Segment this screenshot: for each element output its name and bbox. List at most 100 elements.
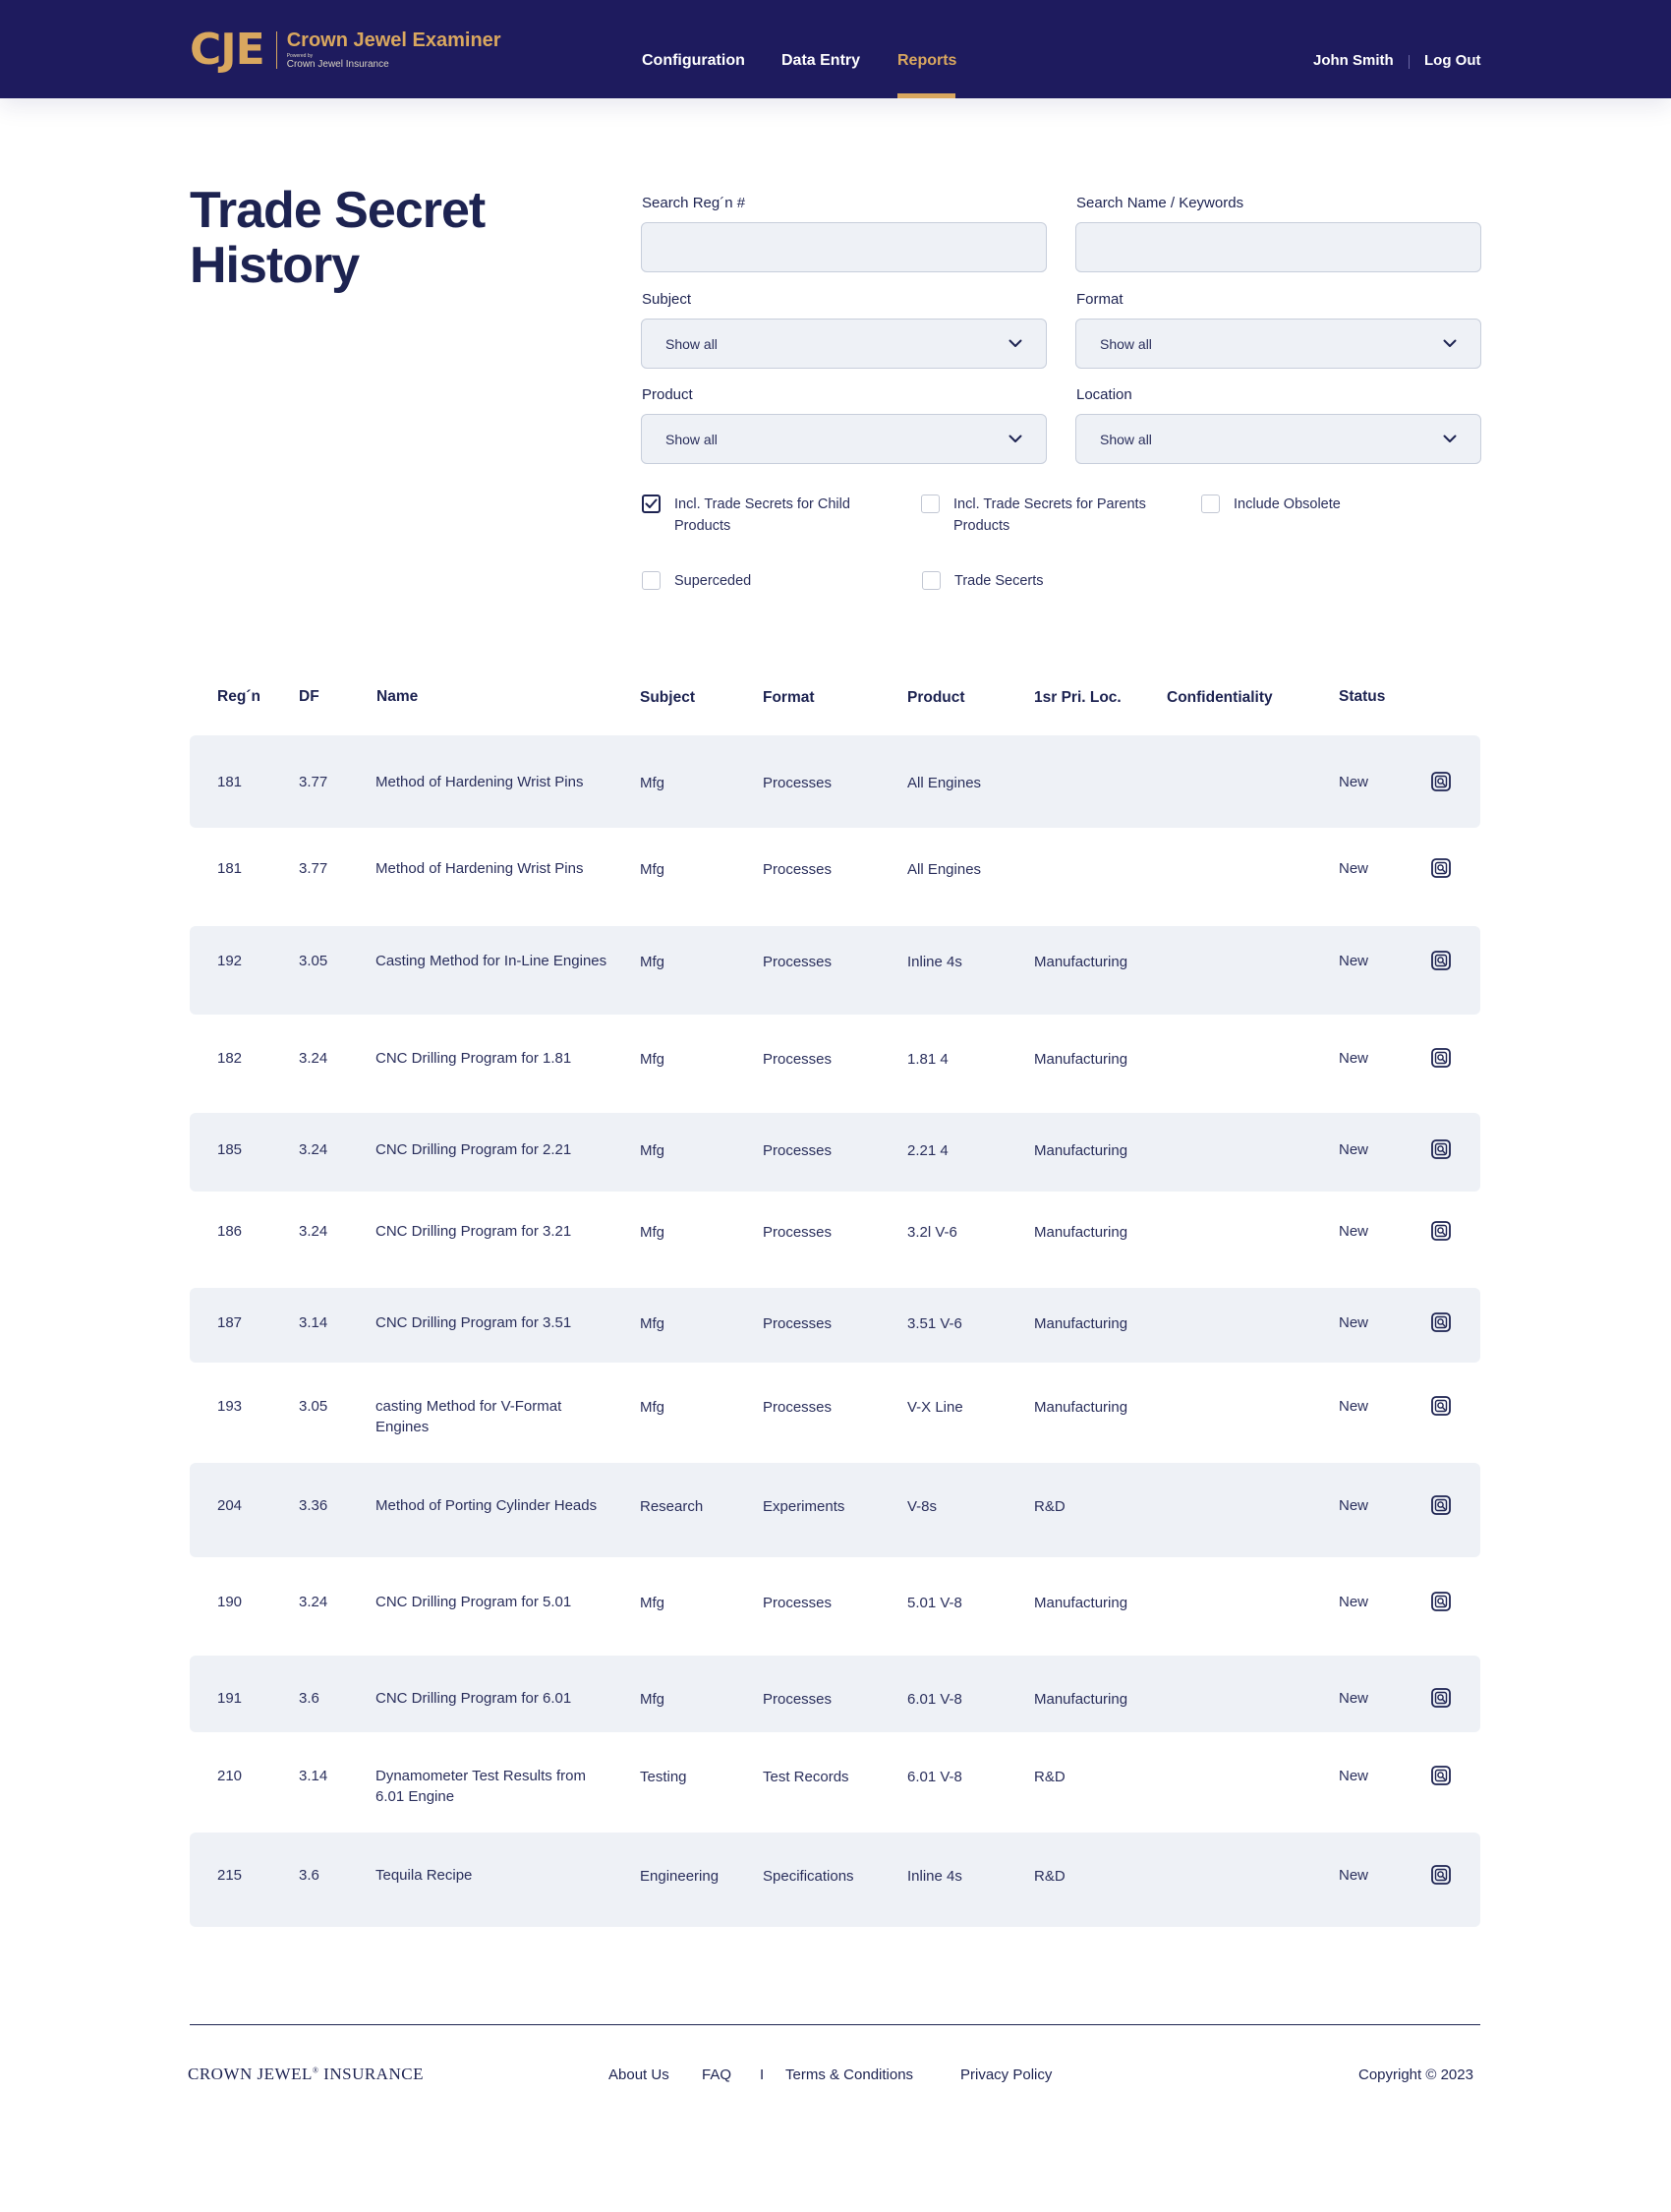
cell-df: 3.24 xyxy=(299,1050,328,1067)
footer-logo-text: CROWN JEWEL xyxy=(188,2065,313,2083)
view-document-icon[interactable] xyxy=(1430,1494,1452,1516)
checkbox-include-obsolete[interactable]: Include Obsolete xyxy=(1201,494,1437,515)
cell-format: Processes xyxy=(763,1315,833,1332)
checkbox-label: Trade Secerts xyxy=(954,573,1044,589)
logo-divider xyxy=(275,31,277,69)
cell-df: 3.14 xyxy=(299,1768,328,1784)
location-select[interactable]: Show all xyxy=(1075,414,1481,464)
location-label: Location xyxy=(1076,386,1132,403)
cell-location: Manufacturing xyxy=(1034,1691,1128,1708)
cell-name: casting Method for V-Format Engines xyxy=(375,1398,562,1435)
cell-name: Method of Hardening Wrist Pins xyxy=(375,860,584,877)
checkbox-parent-products[interactable]: Incl. Trade Secrets for Parents Products xyxy=(921,494,1157,537)
cell-subject: Mfg xyxy=(640,954,665,970)
cell-product: All Engines xyxy=(907,775,982,791)
table-row[interactable]: 182 3.24 CNC Drilling Program for 1.81 Mfg P… xyxy=(190,1015,1480,1113)
view-document-icon[interactable] xyxy=(1430,771,1452,792)
table-row[interactable]: 210 3.14 Dynamometer Test Results from 6.0… xyxy=(190,1732,1480,1833)
cell-location: Manufacturing xyxy=(1034,1142,1128,1159)
nav-reports[interactable]: Reports xyxy=(897,52,956,70)
footer-link-terms[interactable]: Terms & Conditions xyxy=(785,2066,913,2083)
column-header-confidentiality[interactable]: Confidentiality xyxy=(1167,689,1273,707)
cell-product: 5.01 V-8 xyxy=(907,1595,962,1611)
view-document-icon[interactable] xyxy=(1430,1591,1452,1612)
table-row[interactable]: 193 3.05 casting Method for V-Format Engin… xyxy=(190,1363,1480,1463)
table-row[interactable]: 204 3.36 Method of Porting Cylinder Heads R… xyxy=(190,1463,1480,1557)
cell-location: Manufacturing xyxy=(1034,1224,1128,1241)
view-document-icon[interactable] xyxy=(1430,1220,1452,1242)
column-header-location[interactable]: 1sr Pri. Loc. xyxy=(1034,689,1122,707)
user-name[interactable]: John Smith xyxy=(1313,52,1394,69)
table-row[interactable]: 187 3.14 CNC Drilling Program for 3.51 Mfg P… xyxy=(190,1288,1480,1363)
footer-link-about[interactable]: About Us xyxy=(608,2066,669,2083)
table-row[interactable]: 186 3.24 CNC Drilling Program for 3.21 Mfg P… xyxy=(190,1192,1480,1288)
table-row[interactable]: 192 3.05 Casting Method for In-Line Engine… xyxy=(190,926,1480,1015)
table-row[interactable]: 190 3.24 CNC Drilling Program for 5.01 Mfg P… xyxy=(190,1557,1480,1656)
cell-location: R&D xyxy=(1034,1769,1066,1785)
column-header-status[interactable]: Status xyxy=(1339,688,1385,706)
cell-name: CNC Drilling Program for 5.01 xyxy=(375,1594,572,1610)
footer-link-faq[interactable]: FAQ xyxy=(702,2066,731,2083)
cell-format: Specifications xyxy=(763,1868,854,1885)
cell-reg: 191 xyxy=(217,1690,243,1707)
table-row[interactable]: 191 3.6 CNC Drilling Program for 6.01 Mfg Pr… xyxy=(190,1656,1480,1732)
cell-reg: 182 xyxy=(217,1050,243,1067)
column-header-format[interactable]: Format xyxy=(763,689,815,707)
view-document-icon[interactable] xyxy=(1430,950,1452,971)
cell-product: 1.81 4 xyxy=(907,1051,949,1068)
cell-status: New xyxy=(1339,1223,1369,1240)
view-document-icon[interactable] xyxy=(1430,857,1452,879)
checkbox-superceded[interactable]: Superceded xyxy=(642,570,878,592)
view-document-icon[interactable] xyxy=(1430,1138,1452,1160)
view-document-icon[interactable] xyxy=(1430,1765,1452,1786)
cell-df: 3.77 xyxy=(299,860,328,877)
cell-status: New xyxy=(1339,1141,1369,1158)
cell-location: R&D xyxy=(1034,1868,1066,1885)
cell-name: Tequila Recipe xyxy=(375,1867,473,1884)
footer-link-privacy[interactable]: Privacy Policy xyxy=(960,2066,1052,2083)
product-select[interactable]: Show all xyxy=(641,414,1047,464)
checkbox-trade-secrets[interactable]: Trade Secerts xyxy=(922,570,1158,592)
active-nav-indicator xyxy=(897,93,955,98)
format-select[interactable]: Show all xyxy=(1075,319,1481,369)
checkbox-box[interactable] xyxy=(921,495,940,513)
subject-select[interactable]: Show all xyxy=(641,319,1047,369)
brand-logo[interactable]: CJE Crown Jewel Examiner Powered by Crow… xyxy=(190,28,501,73)
cell-product: Inline 4s xyxy=(907,1868,962,1885)
column-header-reg[interactable]: Reg´n xyxy=(217,688,260,706)
column-header-name[interactable]: Name xyxy=(376,688,418,706)
footer-logo[interactable]: CROWN JEWEL® INSURANCE xyxy=(188,2065,424,2084)
cell-format: Experiments xyxy=(763,1498,845,1515)
view-document-icon[interactable] xyxy=(1430,1311,1452,1333)
checkbox-box[interactable] xyxy=(642,571,661,590)
column-header-product[interactable]: Product xyxy=(907,689,965,707)
checkbox-box[interactable] xyxy=(922,571,941,590)
table-row[interactable]: 181 3.77 Method of Hardening Wrist Pins Mfg… xyxy=(190,828,1480,926)
cell-df: 3.77 xyxy=(299,774,328,790)
cell-subject: Mfg xyxy=(640,1399,665,1416)
nav-data-entry[interactable]: Data Entry xyxy=(781,52,860,70)
table-row[interactable]: 215 3.6 Tequila Recipe Engineering Specifica… xyxy=(190,1833,1480,1927)
cell-product: 3.2l V-6 xyxy=(907,1224,957,1241)
column-header-df[interactable]: DF xyxy=(299,688,319,706)
view-document-icon[interactable] xyxy=(1430,1395,1452,1417)
view-document-icon[interactable] xyxy=(1430,1687,1452,1709)
search-name-input[interactable] xyxy=(1075,222,1481,272)
table-row[interactable]: 181 3.77 Method of Hardening Wrist Pins Mfg… xyxy=(190,735,1480,828)
checkbox-box[interactable] xyxy=(1201,495,1220,513)
nav-configuration[interactable]: Configuration xyxy=(642,52,745,70)
format-label: Format xyxy=(1076,291,1124,308)
logout-button[interactable]: Log Out xyxy=(1424,52,1480,69)
cell-location: Manufacturing xyxy=(1034,1595,1128,1611)
logo-subtitle: Crown Jewel Insurance xyxy=(286,59,389,70)
column-header-subject[interactable]: Subject xyxy=(640,689,695,707)
checkbox-box-checked[interactable] xyxy=(642,495,661,513)
view-document-icon[interactable] xyxy=(1430,1864,1452,1886)
cell-name: CNC Drilling Program for 1.81 xyxy=(375,1050,572,1067)
checkbox-child-products[interactable]: Incl. Trade Secrets for Child Products xyxy=(642,494,878,537)
table-row[interactable]: 185 3.24 CNC Drilling Program for 2.21 Mfg P… xyxy=(190,1113,1480,1192)
search-reg-label: Search Reg´n # xyxy=(642,195,746,211)
view-document-icon[interactable] xyxy=(1430,1047,1452,1069)
search-reg-input[interactable] xyxy=(641,222,1047,272)
footer-separator: I xyxy=(760,2066,765,2083)
